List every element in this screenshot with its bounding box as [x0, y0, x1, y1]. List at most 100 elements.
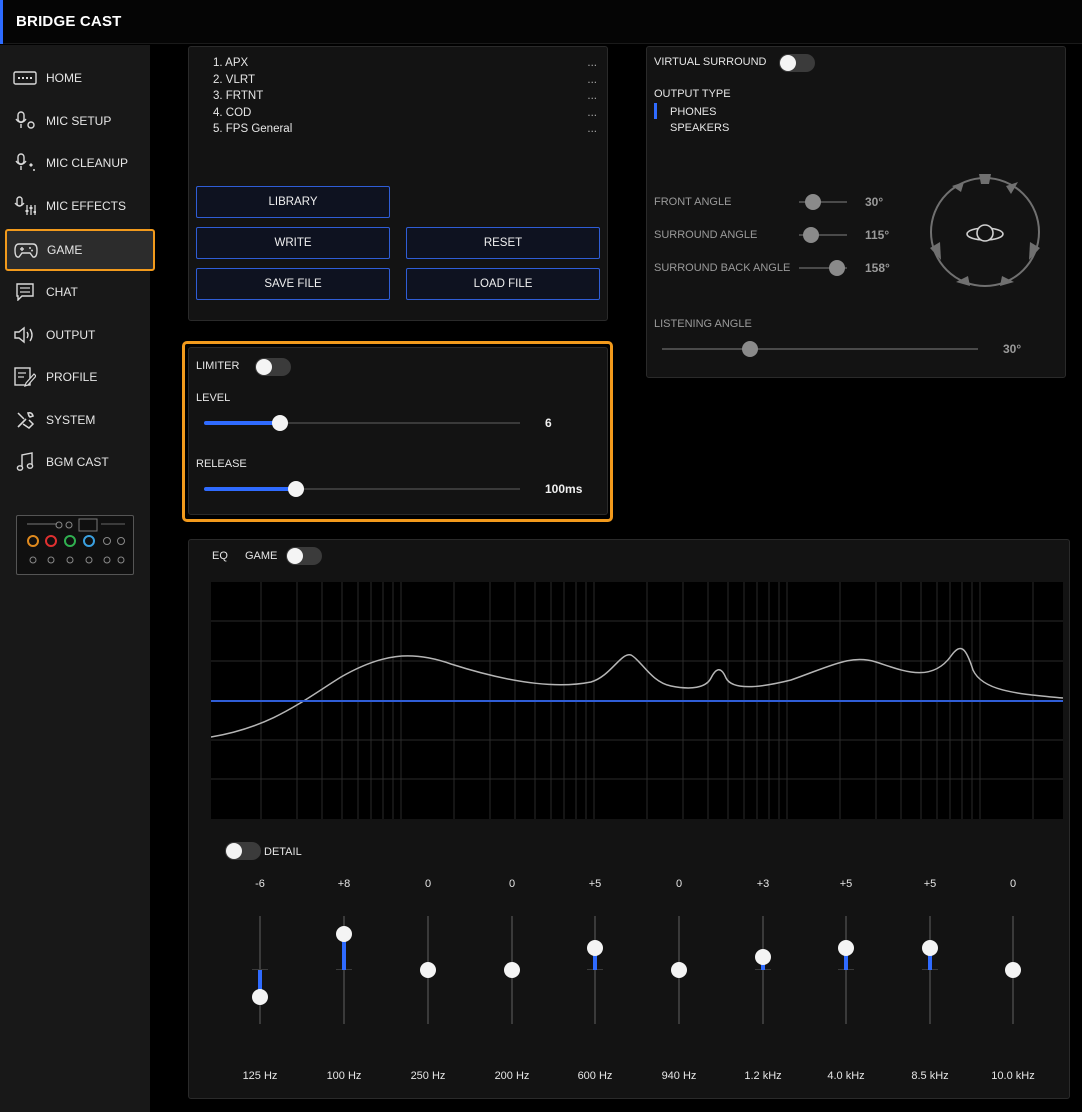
wrench-icon — [10, 410, 40, 430]
eq-band-frequency[interactable]: 200 Hz — [470, 1070, 554, 1082]
speaker-icon — [10, 326, 40, 344]
more-icon[interactable]: ... — [587, 74, 597, 91]
eq-band-gain: -6 — [255, 878, 265, 890]
slider-thumb[interactable] — [829, 260, 846, 276]
sidebar-item-home[interactable]: HOME — [6, 58, 152, 98]
eq-band-slider-thumb[interactable] — [252, 989, 268, 1005]
sidebar-item-game[interactable]: GAME — [5, 229, 155, 271]
reset-button[interactable]: RESET — [406, 227, 600, 259]
more-icon[interactable]: ... — [587, 90, 597, 107]
surround-angle-slider[interactable] — [799, 227, 847, 243]
slider-thumb[interactable] — [287, 481, 304, 497]
eq-band-slider-thumb[interactable] — [671, 962, 687, 978]
slider-thumb[interactable] — [805, 194, 822, 210]
eq-band-slider-thumb[interactable] — [838, 939, 854, 956]
eq-band: 0 940 Hz — [637, 870, 721, 1085]
sidebar-item-output[interactable]: OUTPUT — [6, 315, 152, 355]
limiter-label: LIMITER — [196, 360, 240, 372]
limiter-level-slider[interactable] — [204, 415, 520, 431]
output-option-phones[interactable]: PHONES — [670, 106, 716, 118]
output-option-speakers[interactable]: SPEAKERS — [670, 122, 729, 134]
sidebar-item-mic-effects[interactable]: MIC EFFECTS — [6, 186, 152, 226]
eq-toggle[interactable] — [286, 547, 322, 565]
listening-angle-value: 30° — [1003, 342, 1022, 356]
chat-icon — [10, 283, 40, 301]
slider-thumb[interactable] — [803, 227, 819, 243]
eq-band-gain: 0 — [508, 878, 516, 890]
load-file-button[interactable]: LOAD FILE — [406, 268, 600, 300]
eq-band-frequency[interactable]: 125 Hz — [218, 1070, 302, 1082]
eq-band-frequency[interactable]: 100 Hz — [302, 1070, 386, 1082]
more-icon[interactable]: ... — [587, 123, 597, 140]
eq-band-frequency[interactable]: 4.0 kHz — [804, 1070, 888, 1082]
eq-band-frequency[interactable]: 1.2 kHz — [721, 1070, 805, 1082]
gamepad-icon — [11, 241, 41, 259]
detail-toggle[interactable] — [225, 842, 261, 860]
surround-toggle[interactable] — [779, 54, 815, 72]
title-bar: BRIDGE CAST — [0, 0, 1082, 44]
eq-band-gain: 0 — [675, 878, 683, 890]
mic-sliders-icon — [10, 196, 40, 216]
eq-band-gain: 0 — [424, 878, 432, 890]
sidebar-item-bgm-cast[interactable]: BGM CAST — [6, 442, 152, 482]
sidebar-item-mic-cleanup[interactable]: MIC CLEANUP — [6, 143, 152, 183]
eq-band-gain: +8 — [337, 878, 351, 890]
eq-band-slider-thumb[interactable] — [1005, 962, 1021, 978]
sidebar-item-mic-setup[interactable]: MIC SETUP — [6, 101, 152, 141]
mic-sparkle-icon — [10, 153, 40, 173]
output-selection-marker — [654, 103, 657, 119]
sidebar-item-label: OUTPUT — [46, 328, 96, 342]
eq-band-frequency[interactable]: 940 Hz — [637, 1070, 721, 1082]
write-button[interactable]: WRITE — [196, 227, 390, 259]
sidebar-item-profile[interactable]: PROFILE — [6, 357, 152, 397]
surround-speaker-diagram-icon — [930, 174, 1040, 287]
eq-band-slider-thumb[interactable] — [922, 939, 938, 956]
front-angle-slider[interactable] — [799, 194, 847, 210]
sidebar-item-system[interactable]: SYSTEM — [6, 400, 152, 440]
eq-band-frequency[interactable]: 10.0 kHz — [971, 1070, 1055, 1082]
more-icon[interactable]: ... — [587, 107, 597, 124]
front-angle-value: 30° — [865, 195, 884, 209]
toggle-knob — [256, 359, 272, 375]
surround-angle-label: SURROUND ANGLE — [654, 229, 758, 241]
save-file-button[interactable]: SAVE FILE — [196, 268, 390, 300]
eq-band-slider-thumb[interactable] — [504, 962, 520, 978]
surround-angle-value: 115° — [865, 228, 890, 242]
slider-thumb[interactable] — [271, 415, 288, 431]
eq-band-slider-thumb[interactable] — [336, 926, 352, 942]
sidebar-item-label: HOME — [46, 71, 82, 85]
eq-band-slider-thumb[interactable] — [420, 962, 436, 978]
eq-band-frequency[interactable]: 250 Hz — [386, 1070, 470, 1082]
eq-band-frequency[interactable]: 8.5 kHz — [888, 1070, 972, 1082]
preset-item[interactable]: 4. COD... — [213, 107, 597, 124]
limiter-toggle[interactable] — [255, 358, 291, 376]
mixer-device-icon — [27, 518, 125, 564]
more-icon[interactable]: ... — [587, 57, 597, 74]
preset-item[interactable]: 1. APX... — [213, 57, 597, 74]
limiter-release-label: RELEASE — [196, 458, 247, 470]
toggle-knob — [780, 55, 796, 71]
sidebar-item-label: PROFILE — [46, 370, 98, 384]
eq-band-gain: +5 — [839, 878, 853, 890]
sidebar-item-chat[interactable]: CHAT — [6, 272, 152, 312]
eq-band-frequency[interactable]: 600 Hz — [553, 1070, 637, 1082]
device-thumbnail[interactable] — [16, 515, 134, 575]
eq-band: 0 250 Hz — [386, 870, 470, 1085]
limiter-release-slider[interactable] — [204, 481, 520, 497]
sidebar-item-label: MIC EFFECTS — [46, 199, 126, 213]
limiter-level-label: LEVEL — [196, 392, 231, 404]
eq-band-gain: 0 — [1009, 878, 1017, 890]
eq-band-slider-thumb[interactable] — [755, 948, 771, 965]
surround-back-angle-value: 158° — [865, 261, 890, 275]
eq-curve-svg — [210, 582, 1064, 819]
eq-band-slider-thumb[interactable] — [587, 939, 603, 956]
library-button[interactable]: LIBRARY — [196, 186, 390, 218]
profile-edit-icon — [10, 367, 40, 387]
surround-back-angle-slider[interactable] — [799, 260, 847, 276]
preset-item[interactable]: 2. VLRT... — [213, 74, 597, 91]
eq-band-gain: +3 — [756, 878, 770, 890]
listening-angle-slider[interactable] — [662, 341, 978, 357]
preset-item[interactable]: 3. FRTNT... — [213, 90, 597, 107]
preset-item[interactable]: 5. FPS General... — [213, 123, 597, 140]
slider-thumb[interactable] — [742, 341, 759, 357]
